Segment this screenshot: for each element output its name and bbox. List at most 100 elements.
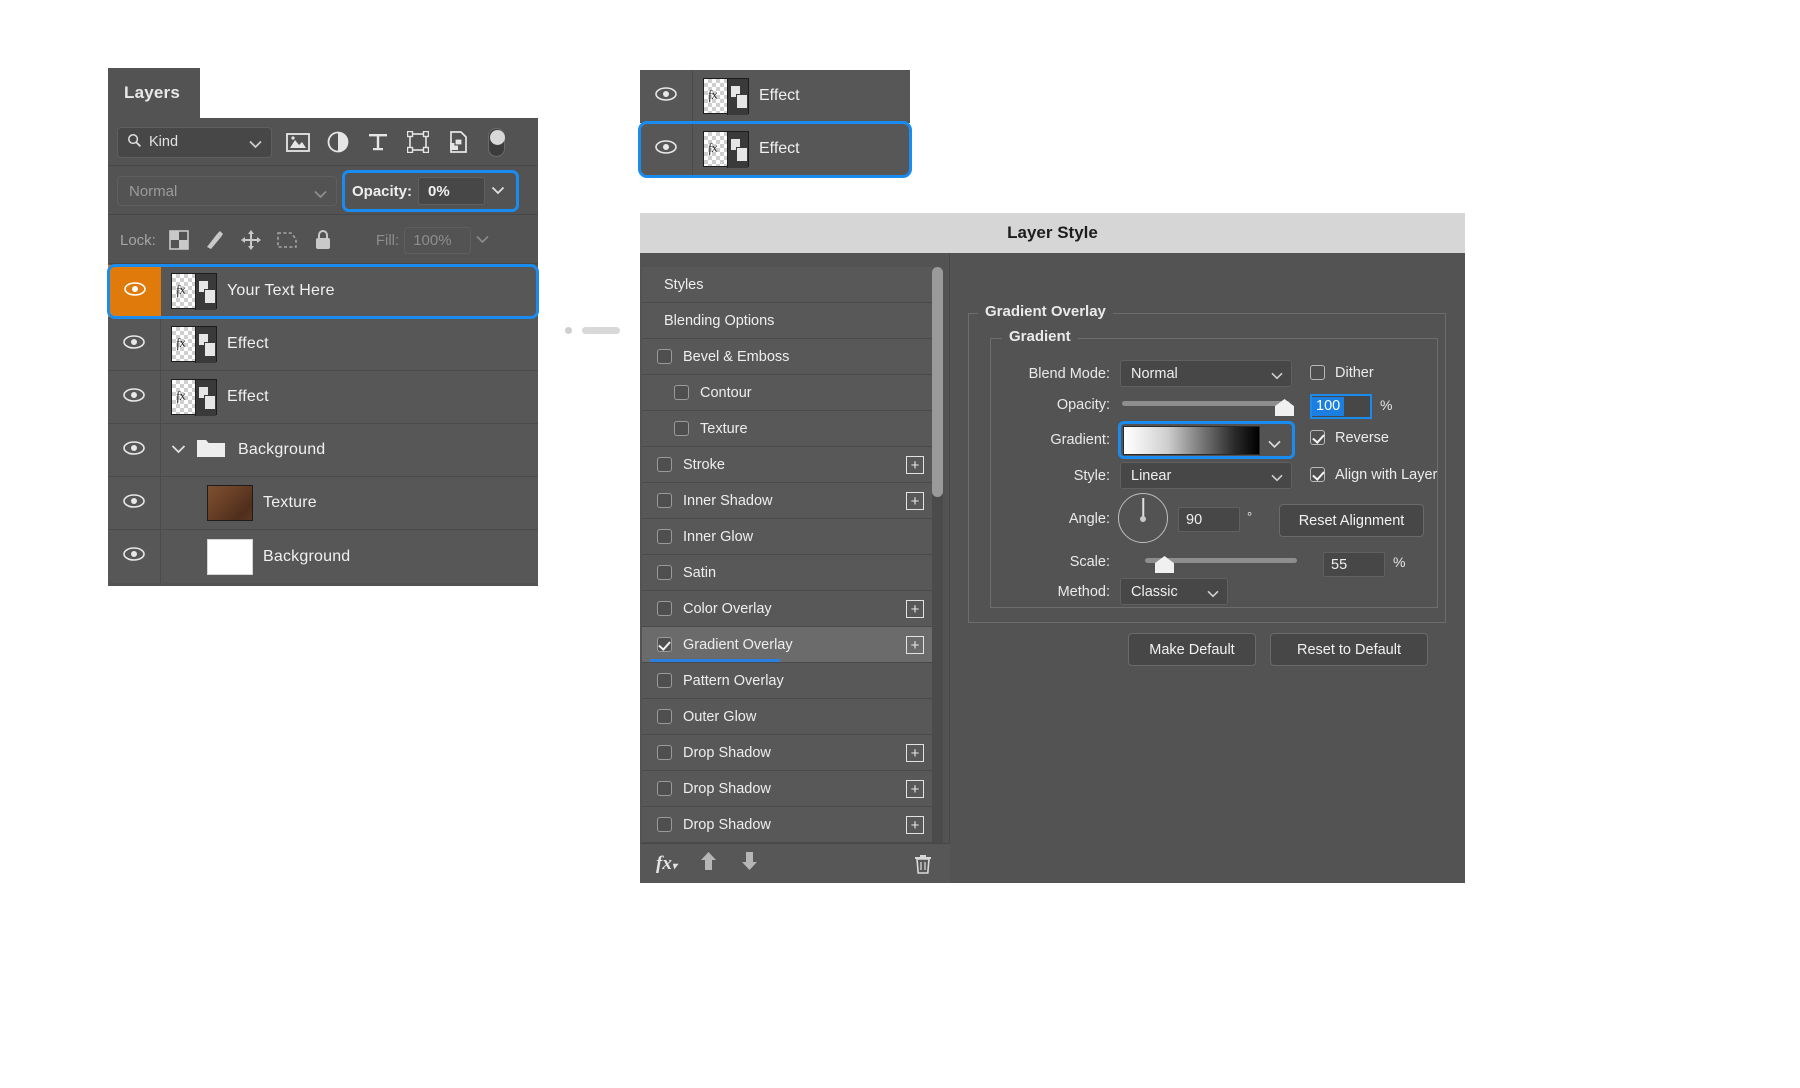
checkbox[interactable]	[657, 601, 672, 616]
layer-thumbnail[interactable]	[197, 538, 263, 575]
style-item-drop-shadow-1[interactable]: Drop Shadow +	[642, 735, 938, 771]
style-item-texture[interactable]: Texture	[642, 411, 938, 447]
move-down-icon[interactable]	[740, 851, 759, 876]
type-layer-filter-icon[interactable]	[364, 128, 392, 156]
angle-input[interactable]: 90	[1178, 507, 1240, 532]
style-item-outer-glow[interactable]: Outer Glow	[642, 699, 938, 735]
layer-visibility-toggle[interactable]	[640, 70, 693, 122]
tab-layers[interactable]: Layers	[108, 68, 200, 118]
layer-thumbnail[interactable]: fx	[161, 379, 227, 416]
layer-visibility-toggle[interactable]	[108, 477, 161, 529]
align-with-layer-checkbox[interactable]	[1310, 467, 1325, 482]
add-effect-icon[interactable]: +	[906, 636, 924, 654]
style-item-contour[interactable]: Contour	[642, 375, 938, 411]
checkbox[interactable]	[674, 421, 689, 436]
list-item[interactable]: fx Effect	[640, 70, 910, 123]
table-row[interactable]: Background	[108, 530, 538, 583]
style-item-gradient-overlay[interactable]: Gradient Overlay +	[642, 627, 938, 663]
scale-input[interactable]: 55	[1323, 552, 1385, 577]
group-expand-chevron-icon[interactable]	[171, 441, 186, 459]
layer-visibility-toggle[interactable]	[108, 530, 161, 583]
table-row[interactable]: fx Effect	[108, 371, 538, 424]
checkbox[interactable]	[657, 781, 672, 796]
checkbox[interactable]	[657, 493, 672, 508]
checkbox[interactable]	[657, 457, 672, 472]
blend-mode-dropdown[interactable]: Normal	[1120, 360, 1292, 387]
table-row[interactable]: Background	[108, 424, 538, 477]
add-effect-icon[interactable]: +	[906, 456, 924, 474]
pixel-layer-filter-icon[interactable]	[284, 128, 312, 156]
chevron-down-icon[interactable]	[491, 182, 505, 200]
table-row[interactable]: Texture	[108, 477, 538, 530]
layer-thumbnail[interactable]: fx	[693, 131, 759, 168]
make-default-button[interactable]: Make Default	[1128, 633, 1256, 666]
style-item-color-overlay[interactable]: Color Overlay +	[642, 591, 938, 627]
style-dropdown[interactable]: Linear	[1120, 462, 1292, 489]
add-effect-icon[interactable]: +	[906, 600, 924, 618]
reset-alignment-button[interactable]: Reset Alignment	[1279, 504, 1424, 537]
style-item-inner-glow[interactable]: Inner Glow	[642, 519, 938, 555]
add-effect-icon[interactable]: +	[906, 816, 924, 834]
style-item-pattern-overlay[interactable]: Pattern Overlay	[642, 663, 938, 699]
lock-image-pixels-icon[interactable]	[202, 227, 228, 253]
layer-visibility-toggle[interactable]	[108, 424, 161, 476]
style-item-styles[interactable]: Styles	[642, 267, 938, 303]
scrollbar-thumb[interactable]	[932, 267, 943, 497]
checkbox[interactable]	[674, 385, 689, 400]
table-row[interactable]: fx Your Text Here	[107, 264, 539, 319]
layer-thumbnail[interactable]: fx	[161, 326, 227, 363]
opacity-input[interactable]: 100	[1310, 394, 1372, 419]
reverse-checkbox[interactable]	[1310, 430, 1325, 445]
checkbox[interactable]	[657, 745, 672, 760]
style-item-inner-shadow[interactable]: Inner Shadow +	[642, 483, 938, 519]
chevron-down-icon[interactable]	[1268, 436, 1281, 454]
layer-visibility-toggle[interactable]	[108, 371, 161, 423]
chevron-down-icon[interactable]	[476, 231, 489, 249]
list-item[interactable]: fx Effect	[638, 121, 912, 178]
style-item-drop-shadow-3[interactable]: Drop Shadow +	[642, 807, 938, 843]
lock-artboard-nesting-icon[interactable]	[274, 227, 300, 253]
checkbox[interactable]	[657, 817, 672, 832]
layer-thumbnail[interactable]	[197, 485, 263, 521]
layer-visibility-toggle[interactable]	[108, 318, 161, 370]
fill-input[interactable]: 100%	[404, 226, 472, 254]
checkbox[interactable]	[657, 565, 672, 580]
style-item-drop-shadow-2[interactable]: Drop Shadow +	[642, 771, 938, 807]
smart-object-filter-icon[interactable]	[444, 128, 472, 156]
layer-visibility-toggle[interactable]	[640, 123, 693, 175]
add-effect-icon[interactable]: +	[906, 780, 924, 798]
method-dropdown[interactable]: Classic	[1120, 578, 1228, 605]
checkbox[interactable]	[657, 349, 672, 364]
checkbox[interactable]	[657, 673, 672, 688]
dither-checkbox[interactable]	[1310, 365, 1325, 380]
scrollbar[interactable]	[932, 267, 943, 847]
reset-to-default-button[interactable]: Reset to Default	[1270, 633, 1428, 666]
checkbox[interactable]	[657, 709, 672, 724]
gradient-preview-swatch[interactable]	[1123, 426, 1260, 455]
layer-thumbnail[interactable]: fx	[693, 78, 759, 115]
lock-position-icon[interactable]	[238, 227, 264, 253]
add-effect-icon[interactable]: +	[906, 492, 924, 510]
table-row[interactable]: fx Effect	[108, 318, 538, 371]
filter-enable-toggle[interactable]	[488, 127, 505, 157]
checkbox[interactable]	[657, 637, 672, 652]
lock-all-icon[interactable]	[310, 227, 336, 253]
angle-dial[interactable]	[1118, 493, 1168, 543]
checkbox[interactable]	[657, 529, 672, 544]
style-item-satin[interactable]: Satin	[642, 555, 938, 591]
style-item-blending-options[interactable]: Blending Options	[642, 303, 938, 339]
blend-mode-select[interactable]: Normal	[117, 176, 337, 206]
trash-icon[interactable]	[914, 854, 932, 879]
filter-kind-select[interactable]: Kind	[117, 126, 272, 158]
style-item-stroke[interactable]: Stroke +	[642, 447, 938, 483]
layer-visibility-toggle[interactable]	[108, 265, 161, 317]
layer-thumbnail[interactable]: fx	[161, 273, 227, 310]
add-effect-icon[interactable]: +	[906, 744, 924, 762]
style-item-bevel-emboss[interactable]: Bevel & Emboss	[642, 339, 938, 375]
opacity-slider-track[interactable]	[1122, 401, 1290, 406]
fx-menu-icon[interactable]: fx▾	[656, 853, 677, 875]
lock-transparent-pixels-icon[interactable]	[166, 227, 192, 253]
move-up-icon[interactable]	[699, 851, 718, 876]
opacity-input[interactable]: 0%	[418, 177, 486, 205]
adjustment-layer-filter-icon[interactable]	[324, 128, 352, 156]
